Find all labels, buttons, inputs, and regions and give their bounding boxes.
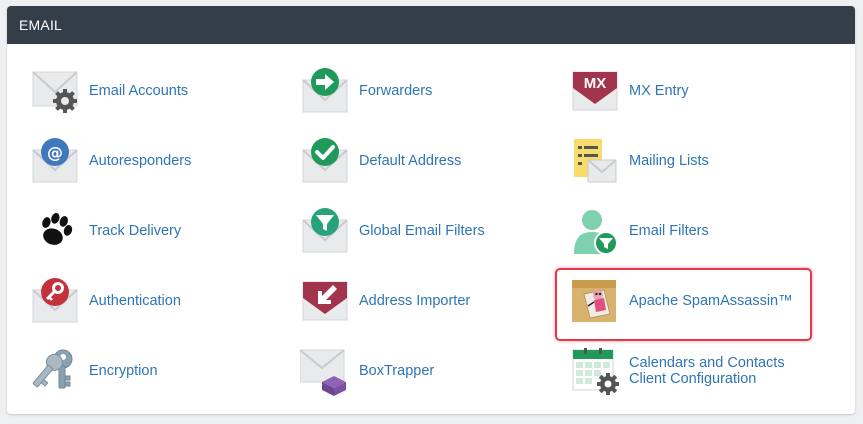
address-importer-label: Address Importer <box>359 293 471 309</box>
authentication-icon <box>30 276 80 326</box>
global-email-filters-icon <box>300 206 350 256</box>
autoresponders-link[interactable]: @ Autoresponders <box>7 133 277 189</box>
calendars-contacts-link[interactable]: Calendars and Contacts Client Configurat… <box>547 343 847 399</box>
boxtrapper-link[interactable]: BoxTrapper <box>277 343 547 399</box>
mx-badge-text: MX <box>584 75 607 92</box>
track-delivery-label: Track Delivery <box>89 223 182 239</box>
authentication-link[interactable]: Authentication <box>7 273 277 329</box>
email-filters-label: Email Filters <box>629 223 709 239</box>
apache-spamassassin-label: Apache SpamAssassin™ <box>629 293 793 309</box>
email-filters-icon <box>570 206 620 256</box>
track-delivery-icon <box>30 206 80 256</box>
encryption-label: Encryption <box>89 363 158 379</box>
section-title: EMAIL <box>19 17 63 33</box>
mailing-lists-icon <box>570 136 620 186</box>
calendars-contacts-label-line2: Client Configuration <box>629 371 757 387</box>
email-filters-link[interactable]: Email Filters <box>547 203 847 259</box>
apache-spamassassin-icon <box>570 276 620 326</box>
autoresponders-label: Autoresponders <box>89 153 192 169</box>
authentication-label: Authentication <box>89 293 181 309</box>
encryption-link[interactable]: Encryption <box>7 343 277 399</box>
global-email-filters-link[interactable]: Global Email Filters <box>277 203 547 259</box>
email-accounts-icon <box>30 66 80 116</box>
default-address-link[interactable]: Default Address <box>277 133 547 189</box>
forwarders-link[interactable]: Forwarders <box>277 63 547 119</box>
encryption-icon <box>30 346 80 396</box>
boxtrapper-label: BoxTrapper <box>359 363 435 379</box>
email-accounts-link[interactable]: Email Accounts <box>7 63 277 119</box>
autoresponders-icon: @ <box>30 136 80 186</box>
mx-entry-link[interactable]: MX MX Entry <box>547 63 847 119</box>
mx-entry-label: MX Entry <box>629 83 689 99</box>
boxtrapper-icon <box>300 346 350 396</box>
mailing-lists-link[interactable]: Mailing Lists <box>547 133 847 189</box>
track-delivery-link[interactable]: Track Delivery <box>7 203 277 259</box>
address-importer-icon <box>300 276 350 326</box>
email-accounts-label: Email Accounts <box>89 83 189 99</box>
default-address-label: Default Address <box>359 153 462 169</box>
at-sign-text: @ <box>47 143 63 162</box>
default-address-icon <box>300 136 350 186</box>
address-importer-link[interactable]: Address Importer <box>277 273 547 329</box>
mailing-lists-label: Mailing Lists <box>629 153 709 169</box>
apache-spamassassin-link[interactable]: Apache SpamAssassin™ <box>547 273 847 329</box>
calendars-contacts-label-line1: Calendars and Contacts <box>629 355 785 371</box>
panel-header: EMAIL <box>7 6 855 44</box>
email-panel: EMAIL Email Accounts Forwarders MX MX En… <box>7 6 855 414</box>
global-email-filters-label: Global Email Filters <box>359 223 485 239</box>
mx-entry-icon: MX <box>570 66 620 116</box>
email-tools-grid: Email Accounts Forwarders MX MX Entry @ … <box>7 44 855 414</box>
forwarders-label: Forwarders <box>359 83 433 99</box>
forwarders-icon <box>300 66 350 116</box>
calendars-contacts-label: Calendars and Contacts Client Configurat… <box>629 355 785 387</box>
calendars-contacts-icon <box>570 346 620 396</box>
